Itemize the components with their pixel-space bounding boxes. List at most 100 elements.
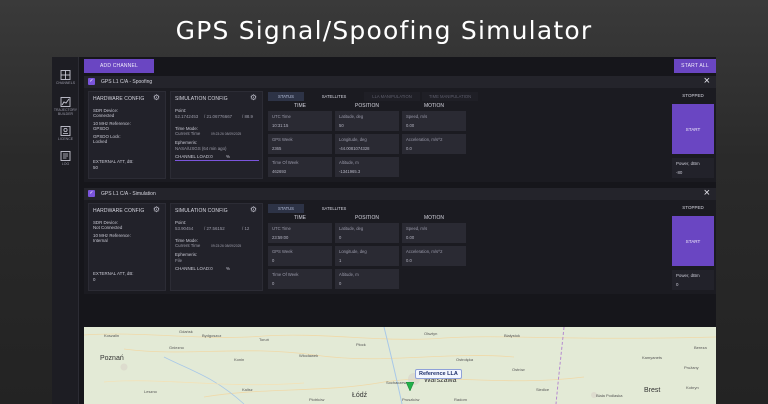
map-city-label: Leszno xyxy=(144,389,157,394)
latitude-value: 50 xyxy=(339,123,344,128)
log-icon xyxy=(60,151,71,161)
tab-lla-manipulation[interactable]: LLA MANIPULATION xyxy=(364,92,420,101)
close-icon[interactable]: × xyxy=(704,75,710,87)
altitude-label: Altitude, m xyxy=(339,272,359,277)
gear-icon[interactable]: ⚙ xyxy=(250,206,257,214)
add-channel-button[interactable]: ADD CHANNEL xyxy=(84,59,154,73)
time-of-week-value: 0 xyxy=(272,281,275,286)
map-city-label: Kalisz xyxy=(242,387,253,392)
map-view[interactable]: Gdańsk Koszalin Toruń Poznań Bydgoszcz O… xyxy=(84,327,716,404)
start-button[interactable]: START xyxy=(672,216,714,266)
longitude-label: Longitude, deg xyxy=(339,249,367,254)
sidebar-item-label: LICENCE xyxy=(57,137,74,141)
map-city-label: Białystok xyxy=(504,333,521,338)
altitude-cell: Altitude, m 0 xyxy=(335,269,399,289)
utc-time-cell: UTC Time 10:31:15 xyxy=(268,111,332,131)
external-att-value[interactable]: 0 xyxy=(93,277,95,282)
gear-icon[interactable]: ⚙ xyxy=(250,94,257,102)
tab-satellites[interactable]: SATELLITES xyxy=(306,92,362,101)
gps-week-cell: GPS Week 2365 xyxy=(268,134,332,154)
altitude-value: -1341965.3 xyxy=(339,169,361,174)
sidebar-item-trajectory[interactable]: TRAJECTORY BUILDER xyxy=(52,97,79,116)
status-badge: STOPPED xyxy=(682,205,704,210)
tab-satellites[interactable]: SATELLITES xyxy=(306,204,362,213)
time-mode-value[interactable]: Current Time xyxy=(175,243,200,248)
point-altitude[interactable]: / 88.9 xyxy=(242,114,253,119)
sidebar-item-channels[interactable]: CHANNELS xyxy=(52,70,79,85)
gpsdo-lock-value: Locked xyxy=(93,139,108,144)
channel-status-column: STOPPED START Power, dBm -80 xyxy=(672,90,714,180)
gear-icon[interactable]: ⚙ xyxy=(153,206,160,214)
toolbar: ADD CHANNEL START ALL xyxy=(84,59,716,73)
column-motion: MOTION xyxy=(424,103,444,109)
point-longitude[interactable]: / 27.56152 xyxy=(204,226,225,231)
channel-panel-spoofing: ✓ GPS L1 C/A - Spoofing × HARDWARE CONFI… xyxy=(84,75,716,182)
altitude-cell: Altitude, m -1341965.3 xyxy=(335,157,399,177)
speed-cell: Speed, m/s 0.00 xyxy=(402,111,466,131)
power-value[interactable]: -80 xyxy=(676,170,682,175)
simulation-config-card: SIMULATION CONFIG ⚙ Point: 53.90454 / 27… xyxy=(170,203,263,291)
column-time: TIME xyxy=(294,215,306,221)
latitude-cell: Latitude, deg 0 xyxy=(335,223,399,243)
gear-icon[interactable]: ⚙ xyxy=(153,94,160,102)
hardware-config-card: HARDWARE CONFIG ⚙ SDR Device: Connected … xyxy=(88,91,166,179)
close-icon[interactable]: × xyxy=(704,187,710,199)
column-motion: MOTION xyxy=(424,215,444,221)
tab-status[interactable]: STATUS xyxy=(268,92,304,101)
channel-enable-checkbox[interactable]: ✓ xyxy=(88,190,95,197)
column-time: TIME xyxy=(294,103,306,109)
map-city-label: Biała Podlaska xyxy=(596,393,623,398)
licence-icon xyxy=(60,126,71,136)
map-city-label: Toruń xyxy=(259,337,270,342)
latitude-value: 0 xyxy=(339,235,342,240)
latitude-cell: Latitude, deg 50 xyxy=(335,111,399,131)
channel-header: ✓ GPS L1 C/A - Spoofing × xyxy=(84,75,716,88)
hardware-config-card: HARDWARE CONFIG ⚙ SDR Device: Not Connec… xyxy=(88,203,166,291)
point-latitude[interactable]: 53.90454 xyxy=(175,226,193,231)
acceleration-label: Acceleration, m/s^2 xyxy=(406,249,443,254)
channel-tabs: STATUS SATELLITES xyxy=(268,204,668,213)
utc-time-cell: UTC Time 23:59:00 xyxy=(268,223,332,243)
column-position: POSITION xyxy=(355,103,379,109)
ephemeris-value[interactable]: File xyxy=(175,258,182,263)
longitude-value: -44.0081074328 xyxy=(339,146,370,151)
start-button[interactable]: START xyxy=(672,104,714,154)
tab-status[interactable]: STATUS xyxy=(268,204,304,213)
sidebar-item-log[interactable]: LOG xyxy=(52,151,79,166)
altitude-value: 0 xyxy=(339,281,342,286)
time-of-week-value: 462693 xyxy=(272,169,286,174)
time-of-week-cell: Time Of Week 0 xyxy=(268,269,332,289)
ephemeris-value[interactable]: NASA/USGS (64 min ago) xyxy=(175,146,227,151)
time-mode-value[interactable]: Current Time xyxy=(175,131,200,136)
speed-value: 0.00 xyxy=(406,235,415,240)
utc-time-value: 10:31:15 xyxy=(272,123,289,128)
channel-load-label: CHANNEL LOAD:0 xyxy=(175,154,213,159)
time-of-week-cell: Time Of Week 462693 xyxy=(268,157,332,177)
altitude-label: Altitude, m xyxy=(339,160,359,165)
sdr-device-value: Not Connected xyxy=(93,225,123,230)
point-longitude[interactable]: / 21.06776667 xyxy=(204,114,232,119)
power-value[interactable]: 0 xyxy=(676,282,678,287)
channel-enable-checkbox[interactable]: ✓ xyxy=(88,78,95,85)
ephemeris-label: Ephemeris: xyxy=(175,252,198,257)
point-altitude[interactable]: / 12 xyxy=(242,226,249,231)
time-mode-stamp: 09:23:26 08/09/2025 xyxy=(211,243,242,248)
map-pin-icon[interactable] xyxy=(406,382,414,391)
map-city-label: Sochaczew xyxy=(386,380,407,385)
map-city-label: Koszalin xyxy=(104,333,120,338)
longitude-label: Longitude, deg xyxy=(339,137,367,142)
simulation-config-title: SIMULATION CONFIG xyxy=(175,208,228,214)
external-att-value[interactable]: 50 xyxy=(93,165,98,170)
speed-cell: Speed, m/s 0.00 xyxy=(402,223,466,243)
channel-panel-simulation: ✓ GPS L1 C/A - Simulation × HARDWARE CON… xyxy=(84,187,716,294)
channel-title: GPS L1 C/A - Spoofing xyxy=(101,79,153,85)
acceleration-value: 0.0 xyxy=(406,258,412,263)
external-att-label: EXTERNAL ATT, dB: xyxy=(93,159,134,164)
time-of-week-label: Time Of Week xyxy=(272,160,299,165)
point-latitude[interactable]: 52.1742453 xyxy=(175,114,198,119)
tab-time-manipulation[interactable]: TIME MANIPULATION xyxy=(422,92,478,101)
power-cell: Power, dBm -80 xyxy=(672,158,714,178)
point-label: Point: xyxy=(175,220,187,225)
sidebar-item-licence[interactable]: LICENCE xyxy=(52,126,79,141)
start-all-button[interactable]: START ALL xyxy=(674,59,716,73)
